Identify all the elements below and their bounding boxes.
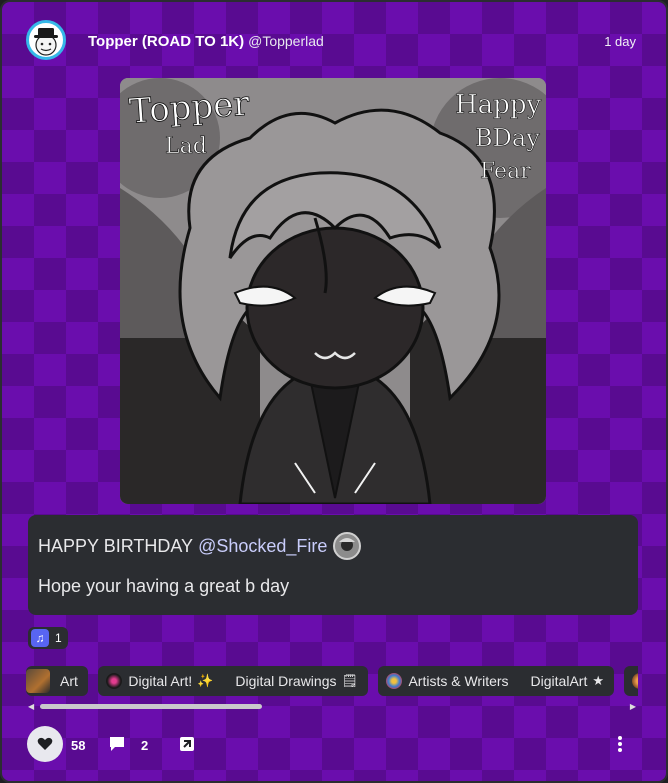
author-name[interactable]: Topper (ROAD TO 1K) @Topperlad <box>88 33 324 50</box>
more-options-button[interactable] <box>616 734 624 754</box>
tags-scrollbar[interactable]: ◀ ▶ <box>28 702 638 711</box>
artwork-text-topperlad-1: Topper <box>128 84 252 132</box>
tag-label: Digital Art! <box>128 673 193 689</box>
post-artwork[interactable]: Topper Lad Happy BDay Fear <box>120 78 546 504</box>
art-thumbnail-icon <box>26 669 50 693</box>
post-card: Topper (ROAD TO 1K) @Topperlad 1 day Top… <box>0 0 668 783</box>
share-icon <box>180 737 194 751</box>
tag-group-digital-art[interactable]: Digital Art! ✨ Digital Drawings 🗒 <box>98 666 369 696</box>
scroll-right-arrow-icon[interactable]: ▶ <box>630 702 636 711</box>
tag-art[interactable]: Art <box>26 669 78 693</box>
reaction-music-note[interactable]: ♫ 1 <box>28 627 68 649</box>
author-display-name[interactable]: Topper (ROAD TO 1K) <box>88 33 244 50</box>
tag-label: Digital Drawings <box>235 673 337 689</box>
dot-icon <box>618 736 622 740</box>
orange-badge-icon <box>632 673 638 689</box>
post-header: Topper (ROAD TO 1K) @Topperlad 1 day <box>2 2 666 78</box>
post-text-line-1: HAPPY BIRTHDAY @Shocked_Fire <box>38 532 362 560</box>
tag-group-partial[interactable] <box>624 666 638 696</box>
tag-digital-drawings[interactable]: Digital Drawings 🗒 <box>213 673 358 689</box>
author-avatar[interactable] <box>26 20 66 60</box>
post-text-line-2: Hope your having a great b day <box>38 576 290 596</box>
like-button[interactable] <box>27 726 63 762</box>
artwork-text-bday-3: Fear <box>480 159 531 184</box>
sparkle-dot-icon <box>106 673 123 689</box>
comment-button[interactable] <box>108 735 126 753</box>
post-timestamp: 1 day <box>604 34 636 49</box>
scrollbar-thumb[interactable] <box>40 704 262 709</box>
tag-group-artists-writers[interactable]: Artists & Writers DigitalArt ★ <box>378 666 614 696</box>
tag-group-art[interactable]: Art <box>26 666 88 696</box>
share-button[interactable] <box>178 735 196 753</box>
comment-icon <box>110 737 124 751</box>
tag-partial[interactable] <box>624 673 638 689</box>
tags-row: Art Digital Art! ✨ Digital Drawings 🗒 Ar… <box>26 666 638 696</box>
artwork-text-topperlad-2: Lad <box>165 134 207 159</box>
heart-icon <box>37 737 53 750</box>
tag-digital-art[interactable]: Digital Art! ✨ <box>98 673 213 689</box>
tag-digitalart[interactable]: DigitalArt ★ <box>509 673 604 689</box>
user-mention[interactable]: @Shocked_Fire <box>198 536 327 557</box>
comment-count: 2 <box>141 738 149 753</box>
tag-label: Art <box>60 673 78 689</box>
dot-icon <box>618 742 622 746</box>
palette-icon <box>386 673 403 689</box>
post-footer: 58 2 <box>2 720 666 770</box>
dot-icon <box>618 748 622 752</box>
post-text-prefix: HAPPY BIRTHDAY <box>38 535 194 556</box>
star-icon: ★ <box>592 673 604 688</box>
tag-label: DigitalArt <box>530 673 588 689</box>
tag-label: Artists & Writers <box>408 673 509 689</box>
scroll-left-arrow-icon[interactable]: ◀ <box>28 702 34 711</box>
avatar-icon <box>34 28 58 56</box>
like-count: 58 <box>71 738 86 753</box>
mention-avatar[interactable] <box>333 532 362 560</box>
tag-artists-writers[interactable]: Artists & Writers <box>378 673 509 689</box>
notepad-icon: 🗒 <box>341 673 359 688</box>
author-handle[interactable]: @Topperlad <box>248 33 324 49</box>
artwork-text-bday-1: Happy <box>455 90 541 120</box>
artwork-text-bday-2: BDay <box>475 124 540 152</box>
reaction-count: 1 <box>55 631 62 645</box>
sparkles-icon: ✨ <box>197 673 214 688</box>
post-text-block: HAPPY BIRTHDAY @Shocked_Fire Hope your h… <box>28 515 638 615</box>
music-note-icon: ♫ <box>31 629 49 647</box>
